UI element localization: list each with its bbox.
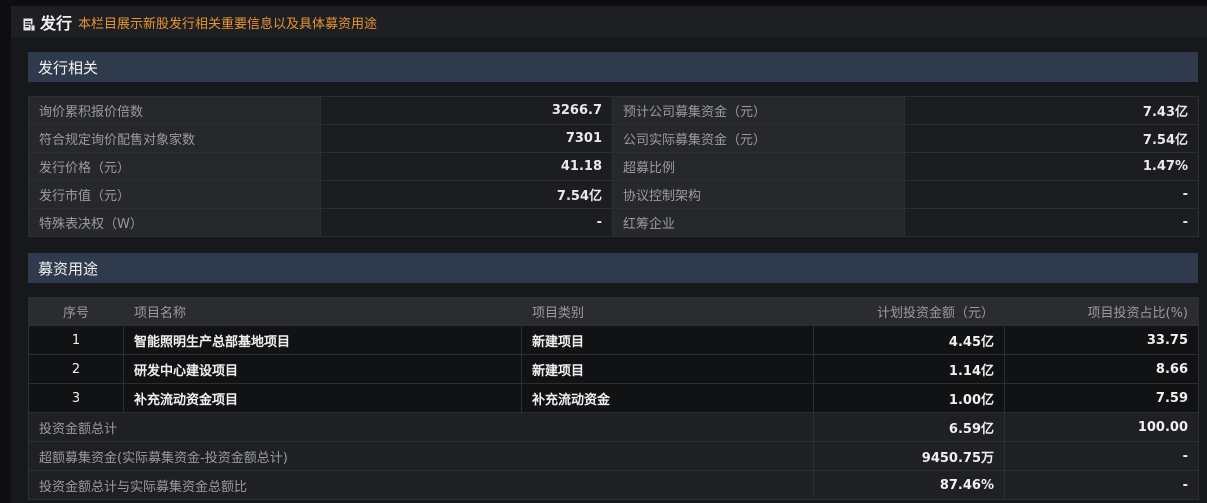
summary-label: 超额募集资金(实际募集资金-投资金额总计) [28, 441, 814, 471]
issuance-right-value: 1.47% [904, 152, 1199, 181]
issuance-left-value: 7301 [320, 124, 613, 153]
table-row: 2 研发中心建设项目 新建项目 1.14亿 8.66 [28, 354, 1199, 384]
issuance-right-value: 7.43亿 [904, 96, 1199, 125]
project-ratio: 33.75 [1004, 325, 1199, 355]
project-category: 补充流动资金 [521, 383, 814, 413]
document-icon [23, 16, 36, 31]
issuance-left-label: 发行价格（元） [28, 152, 321, 181]
issuance-left-value: 3266.7 [320, 96, 613, 125]
page-subtitle: 本栏目展示新股发行相关重要信息以及具体募资用途 [78, 16, 378, 32]
page-title: 发行 [40, 14, 73, 33]
summary-amount: 6.59亿 [813, 412, 1005, 442]
table-row: 3 补充流动资金项目 补充流动资金 1.00亿 7.59 [28, 383, 1199, 413]
issuance-right-label: 红筹企业 [612, 208, 905, 237]
project-ratio: 7.59 [1004, 383, 1199, 413]
fund-use-section-title: 募资用途 [28, 253, 1198, 283]
issuance-right-label: 协议控制架构 [612, 180, 905, 209]
table-row: 1 智能照明生产总部基地项目 新建项目 4.45亿 33.75 [28, 325, 1199, 355]
issuance-left-label: 符合规定询价配售对象家数 [28, 124, 321, 153]
summary-label: 投资金额总计 [28, 412, 814, 442]
summary-row: 超额募集资金(实际募集资金-投资金额总计) 9450.75万 - [28, 441, 1199, 471]
project-name: 智能照明生产总部基地项目 [123, 325, 522, 355]
project-no: 2 [28, 354, 124, 384]
issuance-right-label: 公司实际募集资金（元） [612, 124, 905, 153]
summary-ratio: 100.00 [1004, 412, 1199, 442]
table-row: 特殊表决权（W） - 红筹企业 - [28, 208, 1199, 237]
project-category: 新建项目 [521, 325, 814, 355]
col-header-no: 序号 [28, 297, 124, 326]
col-header-name: 项目名称 [123, 297, 522, 326]
issuance-left-label: 特殊表决权（W） [28, 208, 321, 237]
issuance-table: 询价累积报价倍数 3266.7 预计公司募集资金（元） 7.43亿 符合规定询价配售对象… [28, 96, 1199, 237]
fund-use-table: 序号 项目名称 项目类别 计划投资金额（元） 项目投资占比(%) 1 智能照明生产… [28, 297, 1199, 500]
project-ratio: 8.66 [1004, 354, 1199, 384]
issuance-section-title: 发行相关 [28, 52, 1198, 82]
col-header-amount: 计划投资金额（元） [813, 297, 1005, 326]
table-row: 发行市值（元） 7.54亿 协议控制架构 - [28, 180, 1199, 209]
issuance-right-value: 7.54亿 [904, 124, 1199, 153]
project-amount: 1.14亿 [813, 354, 1005, 384]
summary-row: 投资金额总计与实际募集资金总额比 87.46% - [28, 470, 1199, 500]
issuance-left-value: - [320, 208, 613, 237]
issuance-left-label: 询价累积报价倍数 [28, 96, 321, 125]
section-header-bar: 发行 本栏目展示新股发行相关重要信息以及具体募资用途 [11, 6, 1207, 38]
summary-amount: 9450.75万 [813, 441, 1005, 471]
project-amount: 1.00亿 [813, 383, 1005, 413]
table-row: 发行价格（元） 41.18 超募比例 1.47% [28, 152, 1199, 181]
issuance-right-label: 预计公司募集资金（元） [612, 96, 905, 125]
issuance-left-label: 发行市值（元） [28, 180, 321, 209]
table-row: 询价累积报价倍数 3266.7 预计公司募集资金（元） 7.43亿 [28, 96, 1199, 125]
summary-label: 投资金额总计与实际募集资金总额比 [28, 470, 814, 500]
project-amount: 4.45亿 [813, 325, 1005, 355]
summary-ratio: - [1004, 470, 1199, 500]
col-header-category: 项目类别 [521, 297, 814, 326]
issuance-right-value: - [904, 208, 1199, 237]
col-header-ratio: 项目投资占比(%) [1004, 297, 1199, 326]
table-row: 符合规定询价配售对象家数 7301 公司实际募集资金（元） 7.54亿 [28, 124, 1199, 153]
summary-ratio: - [1004, 441, 1199, 471]
project-no: 1 [28, 325, 124, 355]
table-header-row: 序号 项目名称 项目类别 计划投资金额（元） 项目投资占比(%) [28, 297, 1199, 326]
issuance-left-value: 41.18 [320, 152, 613, 181]
summary-amount: 87.46% [813, 470, 1005, 500]
project-name: 补充流动资金项目 [123, 383, 522, 413]
issuance-right-value: - [904, 180, 1199, 209]
summary-row: 投资金额总计 6.59亿 100.00 [28, 412, 1199, 442]
issuance-right-label: 超募比例 [612, 152, 905, 181]
issuance-left-value: 7.54亿 [320, 180, 613, 209]
project-no: 3 [28, 383, 124, 413]
project-category: 新建项目 [521, 354, 814, 384]
project-name: 研发中心建设项目 [123, 354, 522, 384]
